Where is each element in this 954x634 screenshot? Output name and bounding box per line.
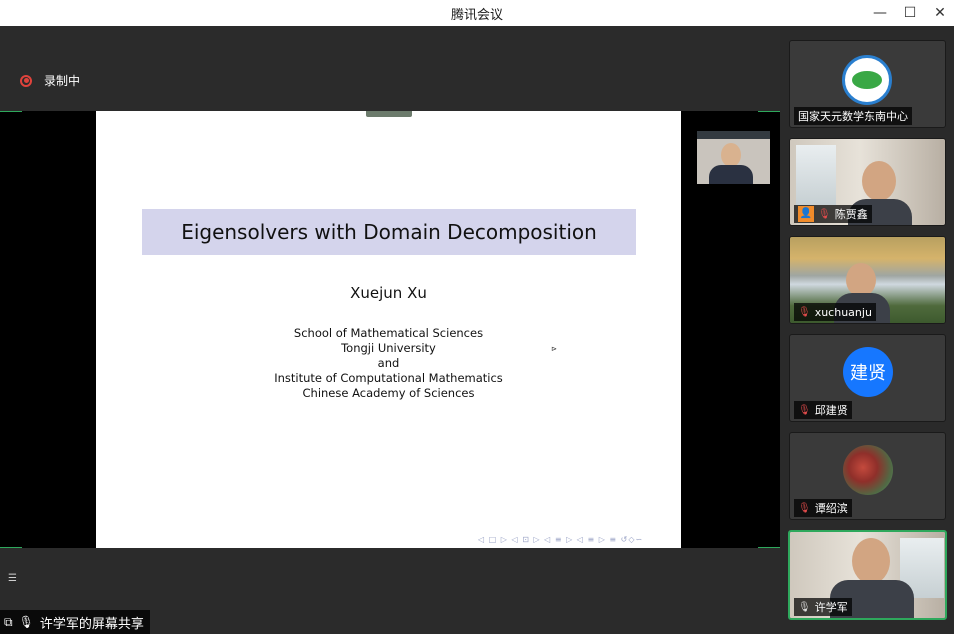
- participants-panel: 国家天元数学东南中心 👤 🎙 陈贾鑫 🎙 xuchuanju 建贤 🎙 邱建贤 …: [780, 26, 954, 634]
- slide-affiliation-line: and: [377, 356, 400, 370]
- share-border-corner: [758, 547, 780, 548]
- close-icon[interactable]: ✕: [929, 3, 951, 23]
- record-icon: [20, 74, 32, 87]
- presenter-camera-thumbnail[interactable]: [697, 131, 770, 184]
- presenter-body: [709, 165, 753, 184]
- slide-affiliation-line: Tongji University: [341, 341, 436, 355]
- beamer-navigation-symbols[interactable]: ◁ □ ▷ ◁ ⊡ ▷ ◁ ≡ ▷ ◁ ≡ ▷ ≡ ↺◇∽: [478, 535, 643, 544]
- recording-label: 录制中: [44, 74, 81, 88]
- maximize-icon[interactable]: ☐: [899, 3, 921, 23]
- participant-name: 国家天元数学东南中心: [798, 110, 908, 123]
- participant-name-tag: 🎙 xuchuanju: [794, 303, 876, 321]
- participant-name: 邱建贤: [814, 404, 848, 417]
- screen-share-status: ⧉ 🎙 许学军的屏幕共享: [0, 610, 150, 634]
- participant-tile[interactable]: 🎙 xuchuanju: [789, 236, 946, 324]
- mic-muted-icon: 🎙: [798, 404, 811, 416]
- participant-head: [862, 161, 896, 201]
- participant-name-tag: 🎙 谭绍滨: [794, 499, 852, 517]
- participant-tile-active-speaker[interactable]: 🎙 许学军: [788, 530, 947, 620]
- share-border-corner: [0, 111, 22, 112]
- organization-logo-icon: [842, 55, 892, 105]
- title-bar: 腾讯会议 — ☐ ✕: [0, 0, 954, 26]
- slide-affiliation-line: Chinese Academy of Sciences: [302, 386, 475, 400]
- participant-head: [852, 538, 890, 584]
- avatar: [843, 445, 893, 495]
- meeting-stage: 录制中 Eigensolvers with Domain Decompositi…: [0, 26, 780, 634]
- mic-muted-icon: 🎙: [798, 306, 811, 318]
- participant-tile[interactable]: 国家天元数学东南中心: [789, 40, 946, 128]
- participant-name-tag: 国家天元数学东南中心: [794, 107, 912, 125]
- window-title: 腾讯会议: [450, 8, 503, 23]
- participant-name-tag: 🎙 邱建贤: [794, 401, 852, 419]
- microphone-icon: 🎙: [798, 601, 811, 613]
- share-border-corner: [758, 111, 780, 112]
- microphone-icon: 🎙: [18, 615, 34, 629]
- screen-share-label: 许学军的屏幕共享: [39, 616, 144, 632]
- thumbnail-header: [697, 131, 770, 139]
- screen-share-view[interactable]: Eigensolvers with Domain Decomposition X…: [0, 111, 780, 584]
- avatar: 建贤: [843, 347, 893, 397]
- mouse-cursor-icon: ⊳: [551, 345, 557, 353]
- participant-tile[interactable]: 🎙 谭绍滨: [789, 432, 946, 520]
- participant-head: [846, 263, 876, 297]
- presentation-slide: Eigensolvers with Domain Decomposition X…: [96, 111, 681, 548]
- participant-name: 陈贾鑫: [834, 208, 868, 221]
- participant-name: 谭绍滨: [814, 502, 848, 515]
- participant-tile[interactable]: 建贤 🎙 邱建贤: [789, 334, 946, 422]
- participant-tile[interactable]: 👤 🎙 陈贾鑫: [789, 138, 946, 226]
- host-icon: 👤: [798, 206, 814, 222]
- participant-name-tag: 🎙 许学军: [794, 598, 852, 616]
- slide-title: Eigensolvers with Domain Decomposition: [142, 209, 636, 255]
- mic-muted-icon: 🎙: [818, 208, 831, 220]
- list-menu-icon[interactable]: ☰: [8, 573, 17, 584]
- minimize-icon[interactable]: —: [869, 3, 891, 23]
- slide-author: Xuejun Xu: [350, 284, 427, 302]
- participant-name: 许学军: [814, 601, 848, 614]
- slide-affiliation-line: School of Mathematical Sciences: [293, 326, 484, 340]
- screen-share-icon: ⧉: [4, 614, 13, 629]
- presenter-head: [721, 143, 741, 167]
- slide-affiliation-line: Institute of Computational Mathematics: [274, 371, 503, 385]
- background-window: [796, 145, 836, 205]
- share-toolbar-handle[interactable]: [366, 111, 412, 117]
- share-border-corner: [0, 547, 22, 548]
- participant-name-tag: 👤 🎙 陈贾鑫: [794, 205, 872, 223]
- recording-indicator[interactable]: 录制中: [20, 72, 80, 89]
- mic-muted-icon: 🎙: [798, 502, 811, 514]
- participant-name: xuchuanju: [814, 305, 872, 319]
